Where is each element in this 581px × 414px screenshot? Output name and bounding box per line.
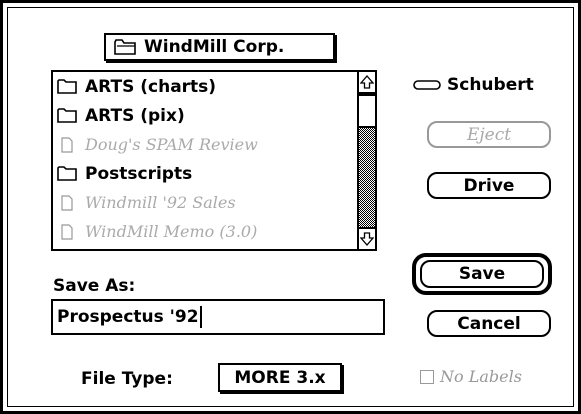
- file-list-scrollbar[interactable]: [357, 72, 375, 249]
- scroll-down-arrow-icon[interactable]: [359, 227, 375, 249]
- list-item: Doug's SPAM Review: [53, 130, 357, 159]
- folder-icon: [57, 108, 77, 123]
- folder-popup-label: WindMill Corp.: [144, 37, 285, 57]
- scroll-thumb[interactable]: [359, 94, 375, 128]
- cancel-button[interactable]: Cancel: [427, 310, 551, 337]
- volume-name: Schubert: [413, 75, 534, 95]
- document-icon: [61, 136, 73, 153]
- drive-button-label: Drive: [463, 175, 515, 196]
- file-list[interactable]: ARTS (charts) ARTS (pix) Doug's SPAM Rev…: [51, 70, 377, 251]
- eject-button: Eject: [427, 121, 551, 148]
- document-icon: [61, 223, 73, 240]
- no-labels-checkbox: [420, 369, 434, 384]
- disk-icon: [413, 80, 441, 90]
- file-type-popup[interactable]: MORE 3.x: [218, 363, 342, 392]
- list-item: WindMill Memo (3.0): [53, 217, 357, 246]
- folder-popup[interactable]: WindMill Corp.: [104, 33, 335, 61]
- save-as-field[interactable]: Prospectus '92: [51, 299, 385, 335]
- save-as-value: Prospectus '92: [57, 307, 199, 327]
- list-item[interactable]: ARTS (pix): [53, 101, 357, 130]
- file-type-value: MORE 3.x: [234, 367, 326, 388]
- save-as-label: Save As:: [53, 276, 136, 296]
- eject-button-label: Eject: [466, 124, 512, 145]
- list-item-label: Windmill '92 Sales: [85, 193, 236, 212]
- folder-icon: [57, 79, 77, 94]
- no-labels-option: No Labels: [420, 367, 522, 386]
- list-item-label: Doug's SPAM Review: [85, 135, 258, 154]
- file-type-label: File Type:: [81, 369, 173, 389]
- file-list-items: ARTS (charts) ARTS (pix) Doug's SPAM Rev…: [53, 72, 357, 249]
- folder-icon: [57, 166, 77, 181]
- drive-button[interactable]: Drive: [427, 172, 551, 199]
- list-item-label: ARTS (pix): [85, 105, 185, 126]
- save-button-label: Save: [458, 264, 506, 284]
- list-item-label: WindMill Memo (3.0): [85, 222, 258, 241]
- save-button[interactable]: Save: [420, 260, 544, 288]
- save-dialog: WindMill Corp. ARTS (charts) ARTS (pix) …: [0, 0, 581, 414]
- scroll-up-arrow-icon[interactable]: [359, 72, 375, 94]
- list-item-label: Postscripts: [85, 163, 193, 184]
- cancel-button-label: Cancel: [457, 313, 521, 334]
- list-item: Windmill '92 Sales: [53, 188, 357, 217]
- no-labels-label: No Labels: [440, 367, 522, 386]
- list-item-label: ARTS (charts): [85, 76, 217, 97]
- volume-label: Schubert: [447, 75, 534, 95]
- text-cursor: [199, 306, 202, 328]
- folder-icon: [114, 39, 136, 55]
- list-item[interactable]: Postscripts: [53, 159, 357, 188]
- document-icon: [61, 194, 73, 211]
- list-item[interactable]: ARTS (charts): [53, 72, 357, 101]
